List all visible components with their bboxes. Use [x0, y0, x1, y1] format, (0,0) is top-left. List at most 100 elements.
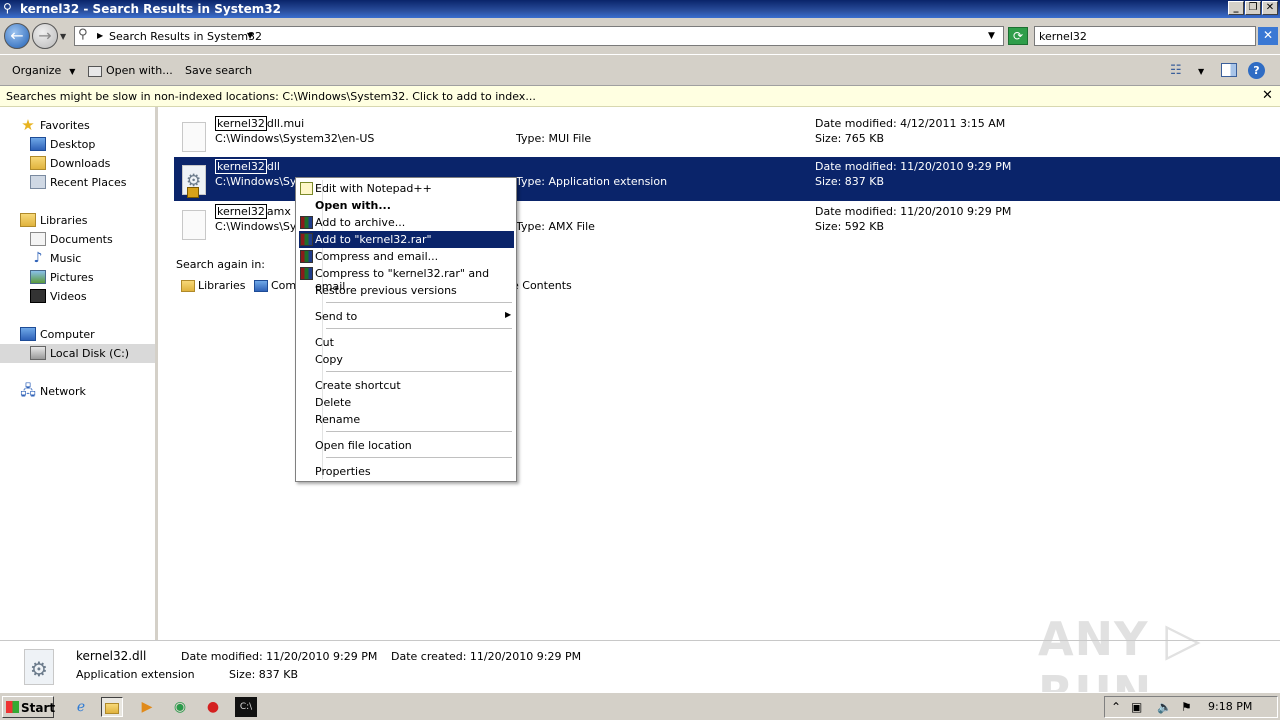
nav-local-disk[interactable]: Local Disk (C:)	[0, 344, 155, 363]
menu-item-open-file-location[interactable]: Open file location	[299, 437, 514, 454]
libraries-icon	[181, 280, 195, 292]
menu-item-cut[interactable]: Cut	[299, 334, 514, 351]
menu-item-properties[interactable]: Properties	[299, 463, 514, 480]
file-name: kernel32 dll	[215, 159, 280, 174]
file-name-suffix: dll	[266, 160, 280, 173]
nav-libraries[interactable]: Libraries	[0, 211, 155, 230]
nav-desktop[interactable]: Desktop	[0, 135, 155, 154]
menu-separator	[326, 371, 512, 372]
view-options-icon[interactable]: ☷	[1170, 63, 1184, 78]
menu-item-open-with[interactable]: Open with...	[299, 197, 514, 214]
nav-network[interactable]: 🖧 Network	[0, 382, 155, 401]
nav-label: Recent Places	[50, 176, 127, 189]
submenu-arrow-icon: ▶	[505, 310, 512, 319]
opera-icon[interactable]: ●	[202, 697, 224, 717]
menu-item-add-to-archive[interactable]: Add to archive...	[299, 214, 514, 231]
menu-label: Create shortcut	[315, 379, 401, 392]
save-search-button[interactable]: Save search	[185, 64, 252, 77]
libraries-icon	[20, 213, 36, 227]
menu-item-create-shortcut[interactable]: Create shortcut	[299, 377, 514, 394]
nav-label: Downloads	[50, 157, 111, 170]
nav-computer[interactable]: Computer	[0, 325, 155, 344]
menu-item-compress-rar-email[interactable]: Compress to "kernel32.rar" and email	[299, 265, 514, 293]
clear-search-button[interactable]: ✕	[1258, 27, 1278, 45]
nav-music[interactable]: ♪ Music	[0, 249, 155, 268]
internet-explorer-icon[interactable]: ℯ	[70, 697, 92, 717]
clock[interactable]: 9:18 PM	[1208, 700, 1252, 713]
breadcrumb[interactable]: Search Results in System32	[109, 30, 262, 43]
search-again-libraries[interactable]: Libraries	[181, 279, 246, 292]
minimize-button[interactable]: _	[1228, 1, 1244, 15]
forward-button[interactable]: →	[32, 23, 58, 49]
start-button[interactable]: Start	[2, 696, 55, 718]
menu-label: Rename	[315, 413, 361, 426]
refresh-button[interactable]: ⟳	[1008, 27, 1028, 45]
chevron-down-icon[interactable]: ▼	[247, 31, 253, 40]
close-button[interactable]: ✕	[1262, 1, 1278, 15]
menu-label: Properties	[315, 465, 371, 478]
nav-pictures[interactable]: Pictures	[0, 268, 155, 287]
nav-recent-places[interactable]: Recent Places	[0, 173, 155, 192]
search-input[interactable]: kernel32	[1034, 26, 1256, 46]
media-player-icon[interactable]: ▶	[136, 697, 158, 717]
info-bar-text[interactable]: Searches might be slow in non-indexed lo…	[6, 90, 536, 103]
file-date: Date modified: 11/20/2010 9:29 PM	[815, 160, 1012, 173]
winrar-icon	[300, 233, 313, 246]
organize-button[interactable]: Organize ▼	[12, 64, 75, 77]
menu-label: Restore previous versions	[315, 284, 457, 297]
index-info-bar[interactable]: Searches might be slow in non-indexed lo…	[0, 86, 1280, 107]
network-status-icon[interactable]: ▣	[1131, 700, 1142, 714]
show-hidden-icons-icon[interactable]: ⌃	[1111, 700, 1121, 714]
desktop-icon	[30, 137, 46, 151]
recent-pages-dropdown[interactable]: ▼	[60, 32, 66, 41]
menu-label: Open file location	[315, 439, 412, 452]
music-icon: ♪	[33, 250, 43, 266]
address-history-dropdown[interactable]: ▼	[988, 31, 995, 41]
menu-separator	[326, 457, 512, 458]
star-icon: ★	[21, 116, 35, 134]
search-again-file-contents[interactable]: e Contents	[512, 279, 572, 292]
nav-documents[interactable]: Documents	[0, 230, 155, 249]
menu-item-edit-notepadpp[interactable]: Edit with Notepad++	[299, 180, 514, 197]
menu-item-restore-versions[interactable]: Restore previous versions	[299, 282, 514, 299]
address-bar[interactable]: ⚲ ▶ Search Results in System32 ▼	[74, 26, 1004, 46]
command-prompt-icon[interactable]: C:\	[235, 697, 257, 717]
menu-item-rename[interactable]: Rename	[299, 411, 514, 428]
gear-icon: ⚙	[30, 657, 48, 681]
close-icon[interactable]: ✕	[1262, 88, 1273, 103]
nav-label: Libraries	[40, 214, 88, 227]
file-icon	[182, 210, 206, 240]
search-icon: ⚲	[3, 1, 12, 15]
open-with-button[interactable]: Open with...	[88, 64, 173, 77]
menu-label: Compress and email...	[315, 250, 439, 263]
result-row[interactable]: kernel32 dll.mui C:\Windows\System32\en-U…	[174, 114, 1280, 158]
nav-downloads[interactable]: Downloads	[0, 154, 155, 173]
preview-pane-icon[interactable]	[1221, 63, 1237, 77]
match-highlight: kernel32	[215, 204, 267, 219]
file-size: Size: 837 KB	[815, 175, 885, 188]
menu-item-delete[interactable]: Delete	[299, 394, 514, 411]
drive-icon	[30, 346, 46, 360]
menu-item-send-to[interactable]: Send to ▶	[299, 308, 514, 325]
restore-button[interactable]: ❐	[1245, 1, 1261, 15]
explorer-folder-icon[interactable]	[101, 697, 123, 717]
nav-videos[interactable]: Videos	[0, 287, 155, 306]
nav-label: Documents	[50, 233, 113, 246]
chrome-icon[interactable]: ◉	[169, 697, 191, 717]
open-with-label: Open with...	[106, 64, 173, 77]
menu-item-compress-email[interactable]: Compress and email...	[299, 248, 514, 265]
action-center-flag-icon[interactable]: ⚑	[1181, 700, 1192, 714]
chevron-down-icon[interactable]: ▼	[1198, 67, 1204, 76]
menu-item-add-to-rar[interactable]: Add to "kernel32.rar"	[299, 231, 514, 248]
address-row: ← → ▼ ⚲ ▶ Search Results in System32 ▼ ▼…	[0, 18, 1280, 54]
nav-label: Music	[50, 252, 82, 265]
back-button[interactable]: ←	[4, 23, 30, 49]
volume-icon[interactable]: 🔈	[1157, 700, 1172, 714]
breadcrumb-arrow-icon[interactable]: ▶	[97, 31, 103, 40]
menu-label: Add to archive...	[315, 216, 406, 229]
file-date: Date modified: 11/20/2010 9:29 PM	[815, 205, 1012, 218]
downloads-folder-icon	[30, 156, 46, 170]
help-icon[interactable]: ?	[1248, 62, 1265, 79]
menu-item-copy[interactable]: Copy	[299, 351, 514, 368]
nav-favorites[interactable]: ★ Favorites	[0, 116, 155, 135]
